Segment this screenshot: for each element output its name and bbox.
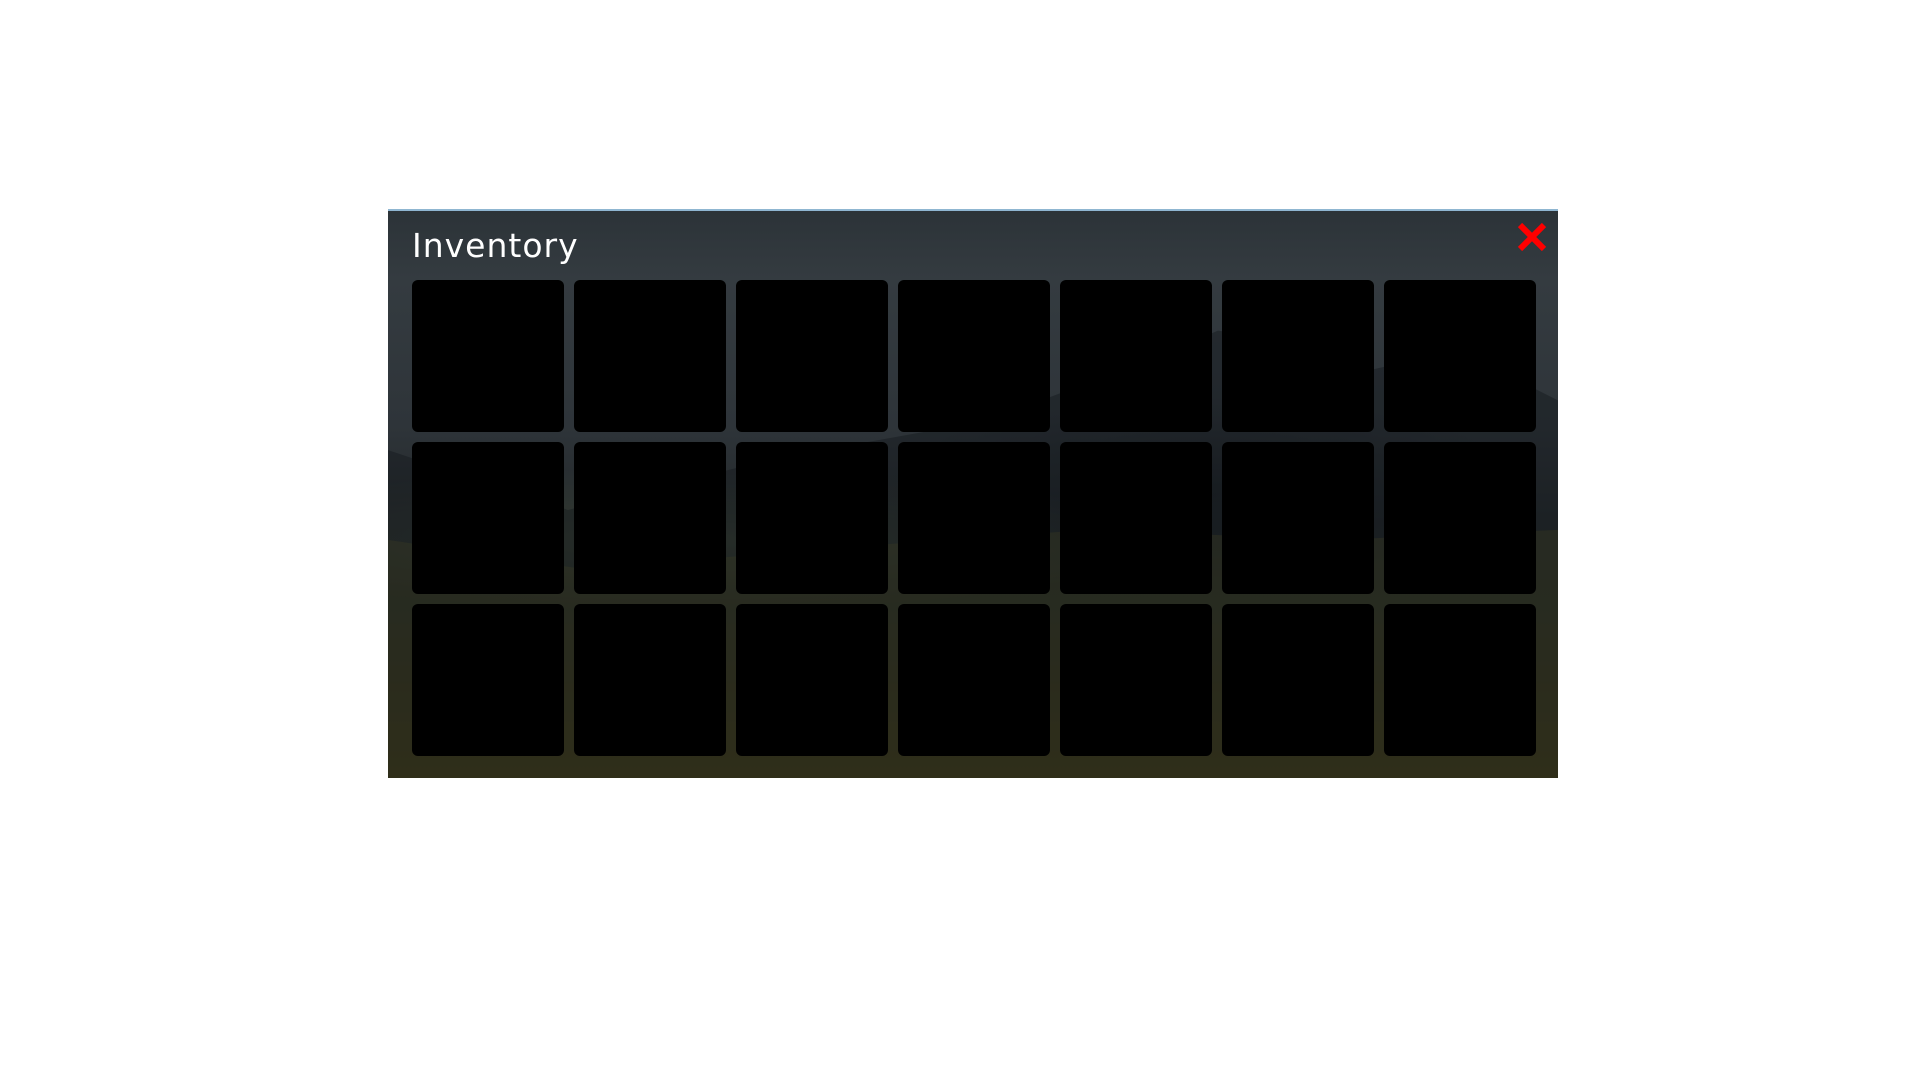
- inventory-slot[interactable]: [574, 604, 726, 756]
- close-button[interactable]: [1512, 217, 1552, 257]
- inventory-slot[interactable]: [412, 604, 564, 756]
- inventory-grid: [412, 280, 1536, 756]
- inventory-slot[interactable]: [736, 442, 888, 594]
- inventory-slot[interactable]: [736, 280, 888, 432]
- inventory-slot[interactable]: [1222, 280, 1374, 432]
- inventory-title: Inventory: [412, 226, 579, 265]
- inventory-slot[interactable]: [736, 604, 888, 756]
- inventory-slot[interactable]: [898, 280, 1050, 432]
- inventory-slot[interactable]: [412, 280, 564, 432]
- inventory-window: Inventory: [388, 209, 1558, 778]
- inventory-slot[interactable]: [898, 442, 1050, 594]
- inventory-slot[interactable]: [1222, 442, 1374, 594]
- inventory-slot[interactable]: [1384, 604, 1536, 756]
- inventory-slot[interactable]: [898, 604, 1050, 756]
- inventory-slot[interactable]: [1222, 604, 1374, 756]
- inventory-slot[interactable]: [1060, 442, 1212, 594]
- inventory-slot[interactable]: [574, 280, 726, 432]
- inventory-slot[interactable]: [1060, 604, 1212, 756]
- inventory-slot[interactable]: [574, 442, 726, 594]
- inventory-slot[interactable]: [1060, 280, 1212, 432]
- inventory-slot[interactable]: [412, 442, 564, 594]
- close-x-icon: [1517, 222, 1547, 252]
- inventory-slot[interactable]: [1384, 442, 1536, 594]
- inventory-slot[interactable]: [1384, 280, 1536, 432]
